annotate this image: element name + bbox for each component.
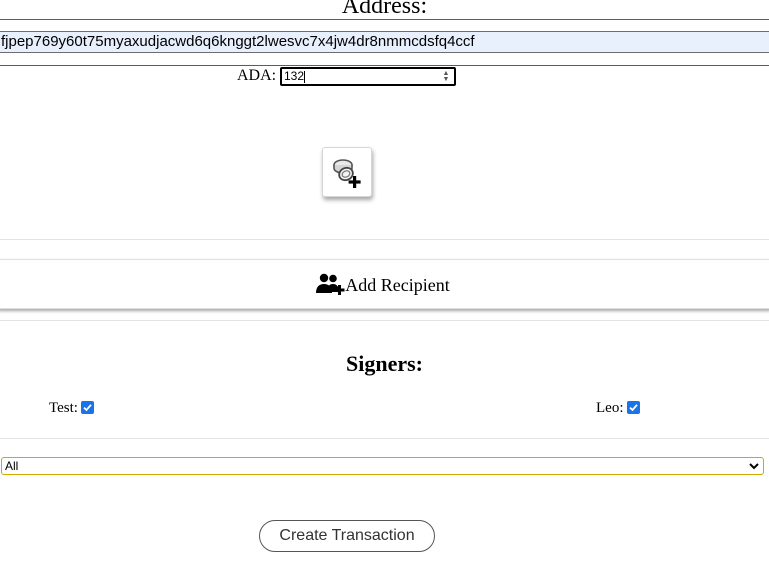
address-title: Address: (341, 0, 428, 19)
divider (0, 320, 769, 321)
signer-test: Test: (49, 400, 94, 417)
filter-select[interactable]: All (1, 457, 764, 475)
add-recipient-label: Add Recipient (345, 275, 450, 295)
divider (0, 438, 769, 439)
signer-checkbox-test[interactable] (80, 401, 94, 414)
signer-leo: Leo: (596, 400, 640, 417)
signer-label: Test: (49, 400, 78, 416)
checkmark-icon (83, 404, 92, 412)
divider (0, 19, 769, 20)
divider (0, 239, 769, 240)
ada-label: ADA: (237, 67, 277, 84)
coins-plus-icon (333, 159, 361, 188)
signer-label: Leo: (596, 400, 624, 416)
filter-select-value: All (5, 459, 19, 473)
signer-checkbox-leo[interactable] (626, 401, 640, 414)
add-recipient-button[interactable]: Add Recipient (0, 259, 769, 309)
create-transaction-button[interactable]: Create Transaction (259, 520, 435, 552)
ada-amount-value: 132 (284, 69, 306, 83)
checkmark-icon (628, 404, 638, 412)
spin-down-icon[interactable]: ▼ (443, 76, 450, 83)
ada-amount-input[interactable]: 132 ▲ ▼ (280, 67, 456, 86)
signers-title: Signers: (346, 351, 423, 376)
number-spinner[interactable]: ▲ ▼ (440, 69, 452, 84)
add-token-button[interactable] (322, 147, 372, 197)
address-input[interactable]: fjpep769y60t75myaxudjacwd6q6knggt2lwesvc… (0, 31, 769, 53)
users-plus-icon (316, 273, 345, 295)
divider (0, 65, 769, 66)
chevron-down-icon (749, 462, 759, 469)
